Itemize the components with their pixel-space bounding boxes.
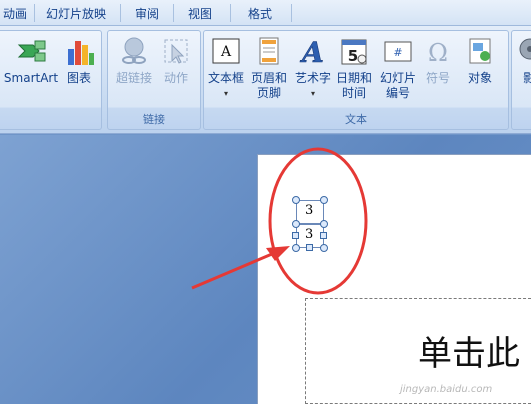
action-button[interactable]: 动作	[158, 35, 194, 86]
textbox-label: 文本框	[207, 71, 244, 85]
group-links: 超链接 动作 链接	[107, 30, 201, 130]
chart-icon	[64, 35, 96, 67]
group-text: A 文本框 ▾ 页眉和 页脚 A 艺术字 ▾ 5 日期和 时间 # 幻灯片 编号…	[203, 30, 509, 130]
textbox-icon: A	[210, 35, 242, 67]
chevron-down-icon: ▾	[223, 89, 228, 98]
tab-slideshow[interactable]: 幻灯片放映	[40, 0, 112, 26]
ribbon-tab-strip: 动画 幻灯片放映 审阅 视图 格式	[0, 0, 531, 26]
links-group-label: 链接	[143, 113, 165, 126]
slide-number-label-1: 幻灯片	[379, 71, 416, 85]
calendar-icon: 5	[338, 35, 370, 67]
hyperlink-icon	[118, 35, 150, 67]
tab-separator	[34, 4, 35, 22]
resize-handle[interactable]	[292, 196, 300, 204]
symbol-label: 符号	[425, 71, 450, 85]
tab-format[interactable]: 格式	[238, 0, 282, 26]
text-group-label: 文本	[345, 113, 367, 126]
hyperlink-label: 超链接	[115, 71, 152, 85]
tab-animations[interactable]: 动画	[0, 0, 30, 26]
chevron-down-icon: ▾	[310, 89, 315, 98]
resize-handle[interactable]	[292, 244, 300, 252]
action-label: 动作	[163, 71, 188, 85]
tab-separator	[291, 4, 292, 22]
resize-handle[interactable]	[292, 232, 299, 239]
tab-view[interactable]: 视图	[180, 0, 220, 26]
svg-text:A: A	[299, 36, 324, 67]
resize-handle[interactable]	[320, 196, 328, 204]
group-media: 影	[511, 30, 531, 130]
header-footer-label-1: 页眉和	[250, 71, 287, 85]
header-footer-icon	[253, 35, 285, 67]
film-reel-icon	[514, 35, 531, 67]
resize-handle[interactable]	[292, 220, 300, 228]
textbox-button[interactable]: A 文本框 ▾	[206, 35, 246, 101]
datetime-button[interactable]: 5 日期和 时间	[334, 35, 374, 101]
textbox-bottom-value[interactable]: 3	[305, 227, 313, 242]
resize-handle[interactable]	[320, 244, 328, 252]
omega-icon: Ω	[422, 35, 454, 67]
symbol-button[interactable]: Ω 符号	[422, 35, 454, 86]
slide-number-label-2: 编号	[385, 86, 410, 100]
datetime-label-2: 时间	[341, 86, 366, 100]
tab-separator	[120, 4, 121, 22]
object-icon	[464, 35, 496, 67]
title-placeholder-text[interactable]: 单击此	[418, 326, 520, 375]
svg-text:5: 5	[348, 47, 358, 65]
header-footer-button[interactable]: 页眉和 页脚	[248, 35, 290, 101]
svg-text:Ω: Ω	[428, 39, 448, 67]
watermark: jingyan.baidu.com	[400, 384, 493, 395]
resize-handle[interactable]	[306, 244, 313, 251]
resize-handle[interactable]	[320, 220, 328, 228]
object-button[interactable]: 对象	[460, 35, 500, 86]
wordart-icon: A	[297, 35, 329, 70]
svg-text:#: #	[393, 46, 402, 59]
smartart-label: SmartArt	[3, 71, 59, 85]
resize-handle[interactable]	[320, 232, 327, 239]
datetime-label-1: 日期和	[335, 71, 372, 85]
wordart-button[interactable]: A 艺术字 ▾	[292, 35, 334, 101]
slide-number-icon: #	[382, 35, 414, 67]
header-footer-label-2: 页脚	[256, 86, 281, 100]
chart-label: 图表	[66, 71, 91, 85]
object-label: 对象	[467, 71, 492, 85]
tab-review[interactable]: 审阅	[128, 0, 166, 26]
hyperlink-button[interactable]: 超链接	[112, 35, 156, 86]
textbox-top-value[interactable]: 3	[305, 203, 313, 218]
wordart-label: 艺术字	[294, 71, 331, 85]
chart-button[interactable]: 图表	[64, 35, 94, 86]
smartart-icon	[15, 35, 47, 67]
tab-separator	[173, 4, 174, 22]
svg-text:A: A	[220, 44, 232, 60]
smartart-button[interactable]: SmartArt	[2, 35, 60, 86]
slide-number-button[interactable]: # 幻灯片 编号	[376, 35, 420, 101]
tab-separator	[230, 4, 231, 22]
action-icon	[160, 35, 192, 67]
movie-label: 影	[522, 71, 531, 85]
ribbon: SmartArt 图表 超链接 动作 链接 A 文本框 ▾ 页眉和 页脚 A 艺…	[0, 26, 531, 134]
movie-button[interactable]: 影	[514, 35, 531, 86]
group-illustrations: SmartArt 图表	[0, 30, 102, 130]
